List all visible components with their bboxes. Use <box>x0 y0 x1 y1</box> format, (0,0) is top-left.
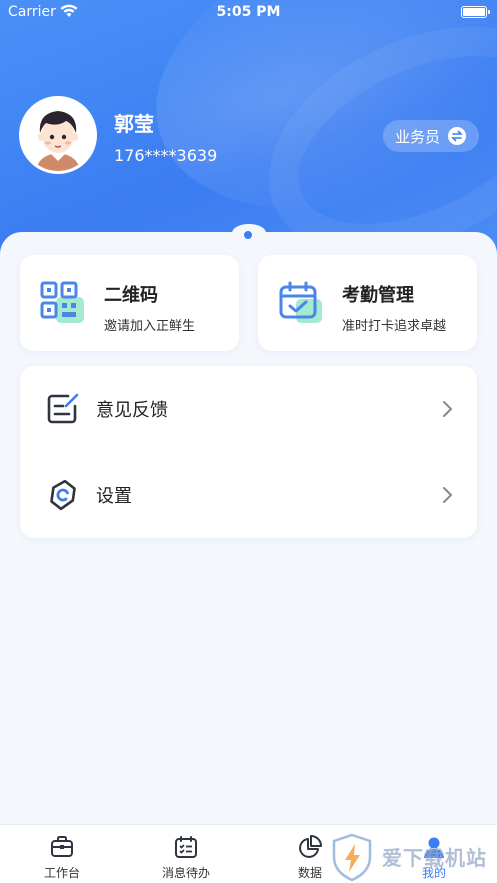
user-name: 郭莹 <box>114 112 154 136</box>
clock: 5:05 PM <box>216 4 281 20</box>
chevron-right-icon <box>443 401 452 417</box>
briefcase-icon <box>51 836 73 857</box>
gear-icon <box>50 479 76 511</box>
qr-card-subtitle: 邀请加入正鲜生 <box>104 319 196 334</box>
tab-messages[interactable]: 消息待办 <box>124 825 248 883</box>
feedback-edit-icon <box>47 393 79 424</box>
qr-code-card[interactable]: 二维码 邀请加入正鲜生 <box>20 255 239 351</box>
tab-label: 我的 <box>421 866 446 880</box>
swap-icon <box>448 127 467 145</box>
calendar-list-icon <box>175 836 197 858</box>
attendance-calendar-icon <box>279 281 322 323</box>
user-phone: 176****3639 <box>114 146 218 165</box>
feedback-label: 意见反馈 <box>96 400 168 421</box>
qr-card-title: 二维码 <box>104 285 158 306</box>
battery-icon <box>461 6 490 18</box>
avatar-image <box>22 99 94 171</box>
tab-label: 消息待办 <box>161 866 210 880</box>
settings-label: 设置 <box>96 486 132 507</box>
menu-item-feedback[interactable]: 意见反馈 <box>20 366 477 452</box>
tab-mine[interactable]: 我的 <box>372 825 496 883</box>
attendance-card-title: 考勤管理 <box>342 285 414 306</box>
tab-data[interactable]: 数据 <box>248 825 372 883</box>
tab-label: 工作台 <box>43 866 80 880</box>
tab-workbench[interactable]: 工作台 <box>0 825 124 883</box>
chevron-right-icon <box>443 487 452 503</box>
avatar[interactable] <box>19 96 97 174</box>
tab-label: 数据 <box>297 866 322 880</box>
role-label: 业务员 <box>395 127 441 146</box>
attendance-card-subtitle: 准时打卡追求卓越 <box>342 319 447 334</box>
attendance-card[interactable]: 考勤管理 准时打卡追求卓越 <box>258 255 477 351</box>
user-icon <box>424 837 444 858</box>
menu-list: 意见反馈 设置 <box>20 366 477 538</box>
status-bar: Carrier 5:05 PM <box>0 0 497 26</box>
qr-code-icon <box>40 281 84 323</box>
menu-item-settings[interactable]: 设置 <box>20 452 477 538</box>
switch-role-button[interactable]: 业务员 <box>383 120 479 152</box>
pie-chart-icon <box>299 835 322 858</box>
bottom-tab-bar: 工作台 消息待办 数据 我的 <box>0 824 497 883</box>
panel-indicator-dot <box>244 231 252 239</box>
